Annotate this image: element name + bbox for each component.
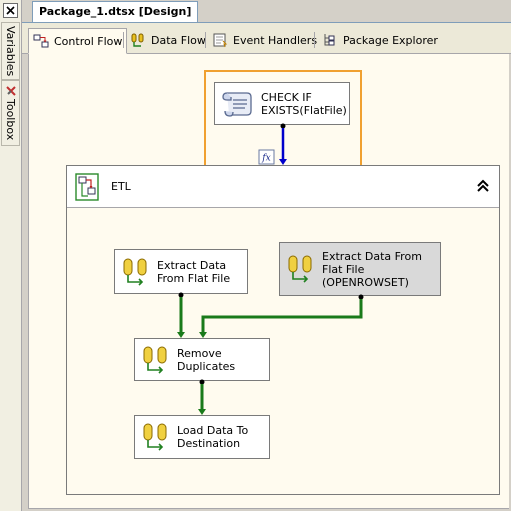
tab-data-flow[interactable]: Data Flow [126,28,210,52]
tab-separator [205,32,206,48]
task-label: Extract Data From Flat File (OPENROWSET) [322,249,422,289]
tab-separator [314,32,315,48]
task-remove-duplicates[interactable]: Remove Duplicates [134,338,270,381]
data-flow-task-icon [288,255,312,283]
document-tab[interactable]: Package_1.dtsx [Design] [32,1,199,22]
sequence-container-icon [75,172,99,201]
tab-label: Event Handlers [233,33,318,47]
container-title: ETL [111,180,131,193]
tab-package-explorer[interactable]: Package Explorer [318,28,442,52]
variables-tab[interactable]: Variables [1,22,20,80]
package-explorer-icon [324,34,335,46]
task-label: CHECK IF EXISTS(FlatFile) [261,90,347,117]
task-label: Remove Duplicates [177,346,236,373]
data-flow-task-icon [143,346,167,374]
chevron-up-icon[interactable] [476,179,490,193]
task-load-destination[interactable]: Load Data To Destination [134,415,270,459]
tool-strip: Variables Toolbox [0,0,22,511]
data-flow-task-icon [123,258,147,286]
task-check-if-exists[interactable]: CHECK IF EXISTS(FlatFile) [214,82,350,125]
tab-event-handlers[interactable]: Event Handlers [208,28,321,52]
designer-tab-bar: Control Flow Data Flow Event Handlers Pa… [22,23,511,54]
task-extract-flat-file[interactable]: Extract Data From Flat File [114,249,248,294]
document-tab-bar: Package_1.dtsx [Design] [22,0,511,23]
data-flow-task-icon [143,423,167,451]
task-label: Extract Data From Flat File [157,258,231,285]
toolbox-tab[interactable]: Toolbox [1,80,20,146]
variables-tab-label: Variables [4,25,17,77]
tab-label: Control Flow [54,34,123,48]
tab-separator [123,32,124,48]
task-extract-openrowset[interactable]: Extract Data From Flat File (OPENROWSET) [279,242,441,296]
toolbox-tab-label: Toolbox [4,99,17,141]
script-task-icon [222,91,252,117]
toolbox-icon [5,86,16,97]
tab-control-flow[interactable]: Control Flow [28,28,128,54]
data-flow-icon [131,33,144,47]
task-label: Load Data To Destination [177,424,249,450]
tab-label: Package Explorer [343,33,438,47]
container-header: ETL [67,166,499,208]
event-handlers-icon [213,33,228,48]
close-icon[interactable] [3,3,18,18]
control-flow-icon [33,34,49,48]
etl-container[interactable]: ETL [66,165,500,495]
tab-label: Data Flow [151,33,206,47]
